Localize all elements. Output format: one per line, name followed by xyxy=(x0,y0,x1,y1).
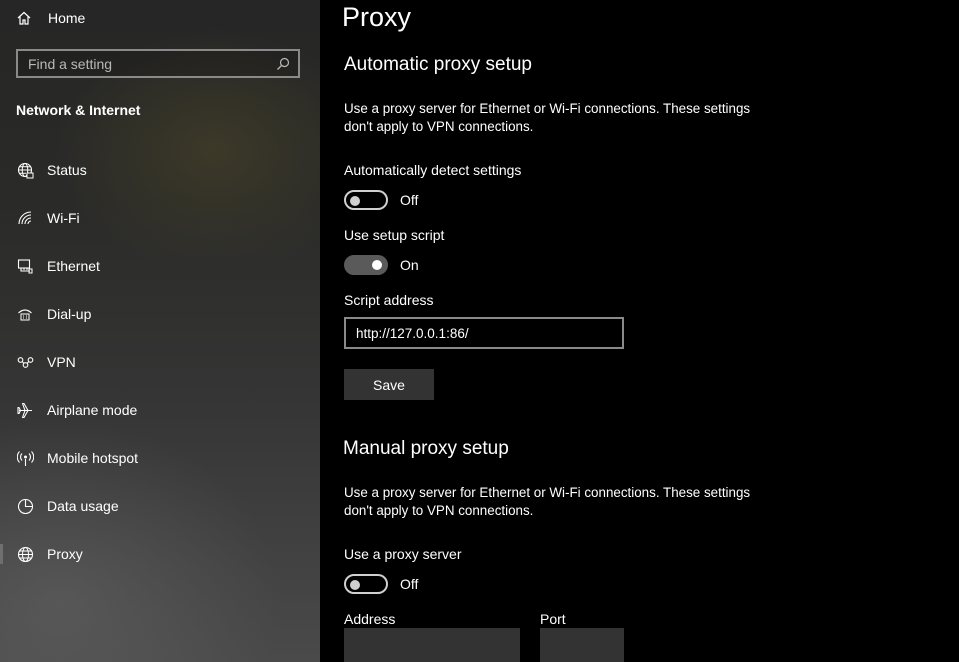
sidebar-item-status[interactable]: Status xyxy=(0,146,320,194)
wifi-icon xyxy=(16,209,34,227)
sidebar-item-data-usage[interactable]: Data usage xyxy=(0,482,320,530)
port-field[interactable] xyxy=(540,628,624,662)
sidebar-item-label: Data usage xyxy=(47,498,119,514)
use-proxy-toggle[interactable] xyxy=(344,574,388,594)
use-proxy-state: Off xyxy=(400,576,419,592)
search-placeholder: Find a setting xyxy=(28,55,113,72)
home-icon xyxy=(16,9,34,27)
main-content: Proxy Automatic proxy setup Use a proxy … xyxy=(320,0,959,662)
setup-script-label: Use setup script xyxy=(344,227,445,243)
use-proxy-label: Use a proxy server xyxy=(344,546,462,562)
toggle-knob xyxy=(372,260,382,270)
save-button[interactable]: Save xyxy=(344,369,434,400)
setup-script-state: On xyxy=(400,257,419,273)
sidebar-item-label: Dial-up xyxy=(47,306,92,322)
sidebar: Home Find a setting Network & Internet S… xyxy=(0,0,320,662)
airplane-icon xyxy=(16,401,34,419)
sidebar-item-airplane-mode[interactable]: Airplane mode xyxy=(0,386,320,434)
script-address-label: Script address xyxy=(344,292,434,308)
auto-detect-toggle[interactable] xyxy=(344,190,388,210)
sidebar-item-proxy[interactable]: Proxy xyxy=(0,530,320,578)
automatic-proxy-heading: Automatic proxy setup xyxy=(344,54,532,75)
manual-proxy-heading: Manual proxy setup xyxy=(343,438,509,459)
sidebar-item-label: Proxy xyxy=(47,546,83,562)
globe-icon xyxy=(16,545,34,563)
sidebar-item-wifi[interactable]: Wi-Fi xyxy=(0,194,320,242)
manual-proxy-description: Use a proxy server for Ethernet or Wi-Fi… xyxy=(344,485,751,518)
sidebar-item-label: Status xyxy=(47,162,87,178)
auto-detect-label: Automatically detect settings xyxy=(344,162,522,178)
script-address-value: http://127.0.0.1:86/ xyxy=(356,325,469,341)
home-label: Home xyxy=(48,10,86,26)
page-title: Proxy xyxy=(342,2,412,32)
auto-detect-state: Off xyxy=(400,192,419,208)
toggle-knob xyxy=(350,196,360,206)
ethernet-icon xyxy=(16,257,34,275)
search-icon[interactable] xyxy=(276,57,290,71)
script-address-input[interactable]: http://127.0.0.1:86/ xyxy=(344,317,624,349)
sidebar-item-label: Airplane mode xyxy=(47,402,138,418)
pie-chart-icon xyxy=(16,497,34,515)
section-title: Network & Internet xyxy=(16,102,141,118)
sidebar-item-label: Ethernet xyxy=(47,258,100,274)
setup-script-toggle[interactable] xyxy=(344,255,388,275)
address-label: Address xyxy=(344,611,396,627)
automatic-proxy-description: Use a proxy server for Ethernet or Wi-Fi… xyxy=(344,101,751,134)
address-field[interactable] xyxy=(344,628,520,662)
sidebar-item-label: Mobile hotspot xyxy=(47,450,139,466)
sidebar-item-mobile-hotspot[interactable]: Mobile hotspot xyxy=(0,434,320,482)
sidebar-item-label: VPN xyxy=(47,354,76,370)
port-label: Port xyxy=(540,611,566,627)
sidebar-item-vpn[interactable]: VPN xyxy=(0,338,320,386)
sidebar-item-dialup[interactable]: Dial-up xyxy=(0,290,320,338)
sidebar-item-ethernet[interactable]: Ethernet xyxy=(0,242,320,290)
dialup-icon xyxy=(16,305,34,323)
home-link[interactable]: Home xyxy=(16,8,85,28)
toggle-knob xyxy=(350,580,360,590)
sidebar-item-label: Wi-Fi xyxy=(47,210,80,226)
vpn-icon xyxy=(16,353,34,371)
nav-list: Status Wi-Fi Ethernet Dial-up VPN Airpla… xyxy=(0,146,320,578)
globe-status-icon xyxy=(16,161,34,179)
hotspot-icon xyxy=(16,449,34,467)
search-input[interactable]: Find a setting xyxy=(16,49,300,78)
